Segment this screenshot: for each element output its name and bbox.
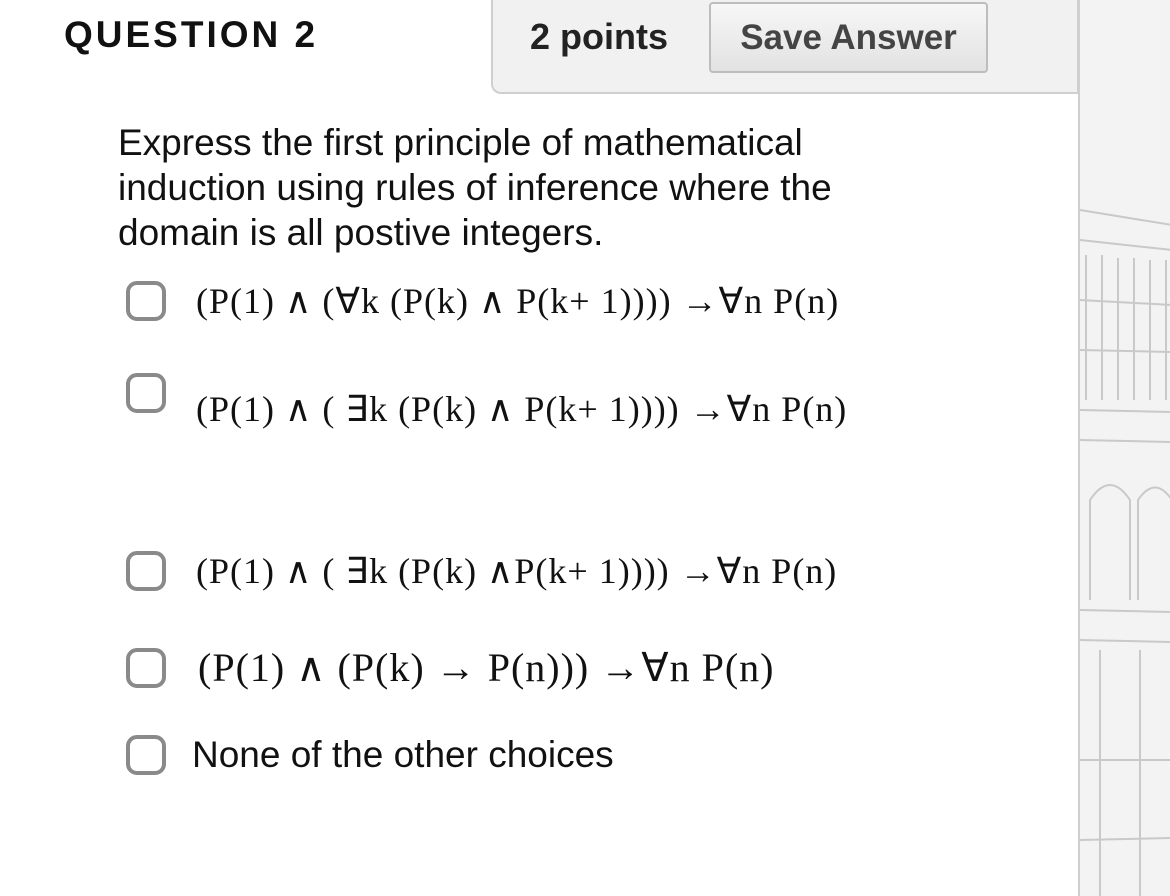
building-sketch-icon <box>1080 209 1170 896</box>
checkbox-icon[interactable] <box>126 551 166 591</box>
choice-label: (P(1) ∧ ( ∃k (P(k) ∧ P(k+ 1)))) →∀n P(n) <box>196 389 848 429</box>
choice-option-2[interactable]: (P(1) ∧ ( ∃k (P(k) ∧ P(k+ 1)))) →∀n P(n) <box>126 372 847 429</box>
choice-label: (P(1) ∧ (∀k (P(k) ∧ P(k+ 1)))) →∀n P(n) <box>196 281 840 321</box>
question-prompt: Express the first principle of mathemati… <box>118 122 832 253</box>
checkbox-icon[interactable] <box>126 647 166 688</box>
choice-label: (P(1) ∧ ( ∃k (P(k) ∧P(k+ 1)))) →∀n P(n) <box>196 551 838 591</box>
question-header-panel: 2 points Save Answer <box>491 0 1079 94</box>
choice-option-3[interactable]: (P(1) ∧ ( ∃k (P(k) ∧P(k+ 1)))) →∀n P(n) <box>126 550 837 592</box>
choice-label: None of the other choices <box>192 734 614 775</box>
choice-option-4[interactable]: (P(1) ∧ (P(k) → P(n))) →∀n P(n) <box>126 644 774 691</box>
points-label: 2 points <box>530 16 669 57</box>
checkbox-icon[interactable] <box>126 281 166 321</box>
choice-option-1[interactable]: (P(1) ∧ (∀k (P(k) ∧ P(k+ 1)))) →∀n P(n) <box>126 280 839 322</box>
choice-option-5[interactable]: None of the other choices <box>126 734 614 776</box>
save-answer-button[interactable]: Save Answer <box>709 2 988 73</box>
choice-label: (P(1) ∧ (P(k) → P(n))) →∀n P(n) <box>198 645 775 690</box>
background-building-illustration <box>1078 0 1170 896</box>
question-title: QUESTION 2 <box>64 14 319 55</box>
checkbox-icon[interactable] <box>126 373 166 413</box>
checkbox-icon[interactable] <box>126 735 166 775</box>
